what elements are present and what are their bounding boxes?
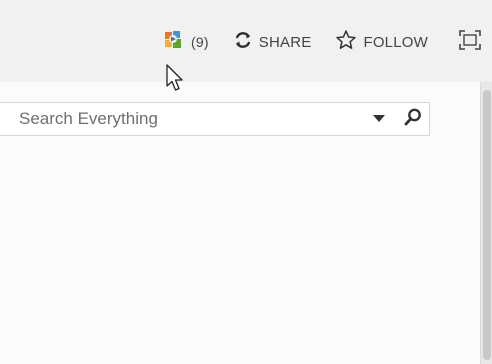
star-outline-icon [335,29,357,55]
follow-button[interactable]: FOLLOW [335,29,428,55]
newsfeed-button[interactable]: (9) [161,28,209,56]
search-magnifier-icon [403,107,423,132]
search-scope-dropdown[interactable] [367,104,391,134]
suite-top-bar: (9) SHARE FOLLOW [0,0,492,82]
focus-on-content-button[interactable] [458,29,490,55]
focus-frame-icon [458,29,482,55]
follow-label: FOLLOW [363,33,428,51]
search-box [0,102,430,136]
share-label: SHARE [258,33,312,51]
page-actions: (9) SHARE FOLLOW [161,28,492,56]
search-input[interactable] [0,104,349,134]
newsfeed-count: (9) [191,34,209,50]
search-submit-button[interactable] [399,104,427,134]
sync-icon [233,30,253,54]
colorful-app-icon [161,28,185,56]
vertical-scrollbar[interactable] [480,82,492,364]
share-button[interactable]: SHARE [233,30,312,54]
scrollbar-thumb[interactable] [483,90,491,360]
caret-down-icon [372,110,386,128]
